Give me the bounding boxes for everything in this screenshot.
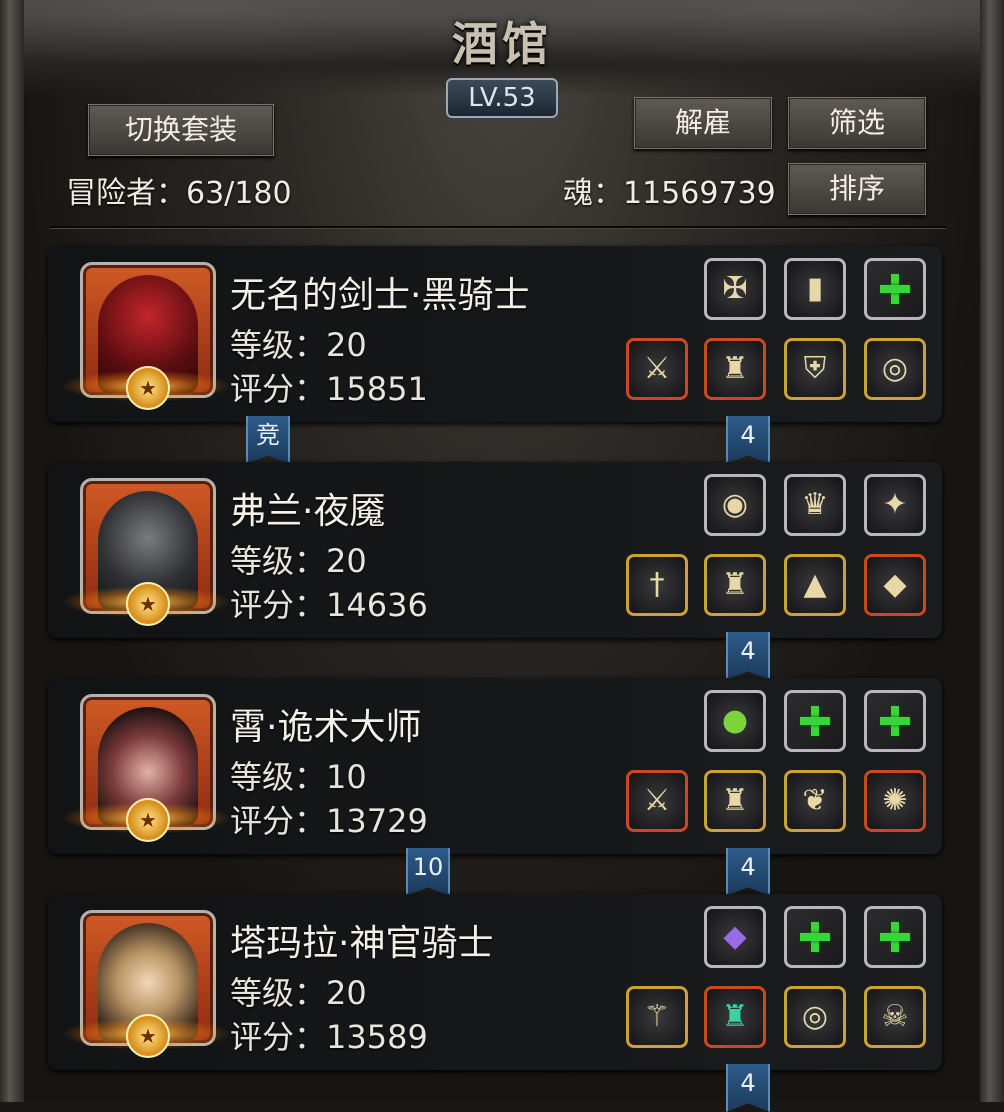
hero-score: 评分：15851 <box>230 370 428 408</box>
add-slot[interactable] <box>784 690 846 752</box>
hero-score: 评分：14636 <box>230 586 428 624</box>
emblem-icon[interactable]: ♛ <box>784 474 846 536</box>
hero-level: 等级：20 <box>230 326 367 364</box>
ring-icon[interactable]: ◎ <box>864 338 926 400</box>
orb-icon[interactable]: ◉ <box>704 474 766 536</box>
header-divider <box>50 226 946 228</box>
hero-card[interactable]: ★ 塔玛拉·神官骑士 等级：20 评分：13589 ◆ ⚚ ♜ ◎ ☠ <box>48 894 942 1070</box>
hero-level: 等级：10 <box>230 758 367 796</box>
page-title: 酒馆 <box>452 17 552 71</box>
hero-name: 霄·诡术大师 <box>230 707 422 748</box>
hero-card[interactable]: ★ 霄·诡术大师 等级：10 评分：13729 ● ⚔ ♜ ❦ ✺ <box>48 678 942 854</box>
gem-icon[interactable]: ◆ <box>864 554 926 616</box>
medal-icon: ★ <box>126 1014 170 1058</box>
hero-name: 塔玛拉·神官骑士 <box>230 923 494 964</box>
bracelet-icon[interactable]: ◎ <box>784 986 846 1048</box>
medal-icon: ★ <box>126 582 170 626</box>
hero-card[interactable]: ★ 无名的剑士·黑骑士 等级：20 评分：15851 ✠ ▮ ⚔ ♜ ⛨ ◎ <box>48 246 942 422</box>
necklace-icon[interactable]: ❦ <box>784 770 846 832</box>
hero-name: 弗兰·夜魇 <box>230 491 386 532</box>
medal-icon: ★ <box>126 798 170 842</box>
switch-set-button[interactable]: 切换套装 <box>88 104 274 156</box>
sort-button[interactable]: 排序 <box>788 163 926 215</box>
hero-name: 无名的剑士·黑骑士 <box>230 275 530 316</box>
amulet-icon[interactable]: ✠ <box>704 258 766 320</box>
adventurer-count: 冒险者：63/180 <box>66 176 292 211</box>
dismiss-button[interactable]: 解雇 <box>634 97 772 149</box>
level-badge: LV.53 <box>446 78 558 118</box>
filter-button[interactable]: 筛选 <box>788 97 926 149</box>
hero-level: 等级：20 <box>230 542 367 580</box>
relic-icon[interactable]: ✺ <box>864 770 926 832</box>
sword-icon[interactable]: ⚔ <box>626 770 688 832</box>
hero-level: 等级：20 <box>230 974 367 1012</box>
cloak-icon[interactable]: ▲ <box>784 554 846 616</box>
charm-icon[interactable]: ● <box>704 690 766 752</box>
add-slot[interactable] <box>864 906 926 968</box>
frame-right-border <box>980 0 1004 1102</box>
crest-icon[interactable]: ✦ <box>864 474 926 536</box>
dagger-icon[interactable]: † <box>626 554 688 616</box>
star-ribbon: 4 <box>726 1064 770 1112</box>
shield-icon[interactable]: ⛨ <box>784 338 846 400</box>
add-slot[interactable] <box>784 906 846 968</box>
robe-icon[interactable]: ♜ <box>704 986 766 1048</box>
armor-icon[interactable]: ♜ <box>704 554 766 616</box>
hero-card[interactable]: ★ 弗兰·夜魇 等级：20 评分：14636 ◉ ♛ ✦ † ♜ ▲ ◆ <box>48 462 942 638</box>
soul-count: 魂：11569739 <box>563 176 776 211</box>
armor-icon[interactable]: ♜ <box>704 338 766 400</box>
hero-score: 评分：13589 <box>230 1018 428 1056</box>
plus-icon <box>800 922 830 952</box>
staff-icon[interactable]: ⚚ <box>626 986 688 1048</box>
plus-icon <box>880 706 910 736</box>
armor-icon[interactable]: ♜ <box>704 770 766 832</box>
plus-icon <box>880 922 910 952</box>
add-slot[interactable] <box>864 690 926 752</box>
hero-score: 评分：13729 <box>230 802 428 840</box>
frame-left-border <box>0 0 24 1102</box>
mask-icon[interactable]: ☠ <box>864 986 926 1048</box>
plus-icon <box>880 274 910 304</box>
crystal-icon[interactable]: ◆ <box>704 906 766 968</box>
plus-icon <box>800 706 830 736</box>
sword-icon[interactable]: ⚔ <box>626 338 688 400</box>
add-slot[interactable] <box>864 258 926 320</box>
book-icon[interactable]: ▮ <box>784 258 846 320</box>
medal-icon: ★ <box>126 366 170 410</box>
